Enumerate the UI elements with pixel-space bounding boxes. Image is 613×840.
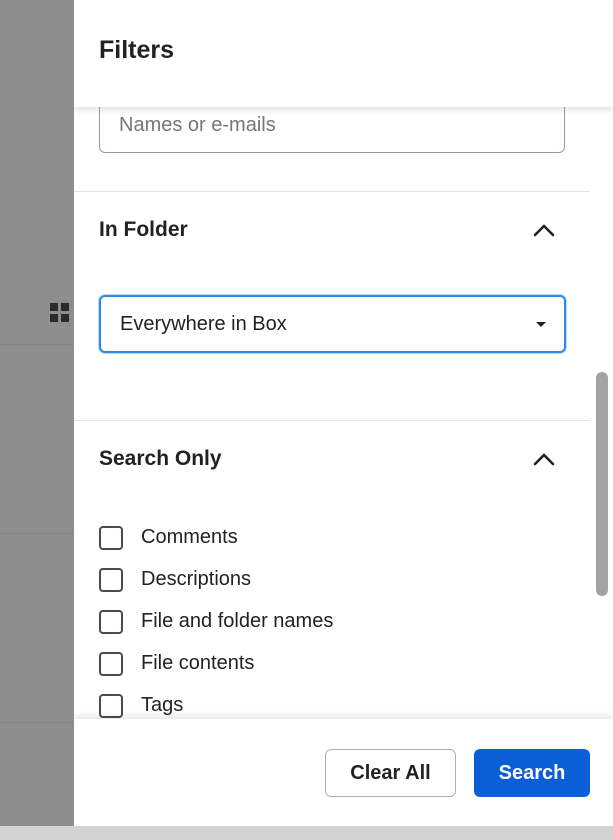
chevron-up-icon[interactable] (533, 452, 555, 466)
owner-input-placeholder: Names or e-mails (119, 114, 276, 136)
section-divider (74, 420, 590, 421)
search-button[interactable]: Search (474, 749, 590, 797)
in-folder-title: In Folder (99, 218, 188, 241)
panel-scrollbar[interactable] (596, 372, 608, 596)
grid-view-icon (50, 303, 69, 322)
background-divider (0, 344, 74, 345)
folder-select-value: Everywhere in Box (120, 313, 287, 335)
chevron-up-icon[interactable] (533, 223, 555, 237)
background-divider (0, 722, 74, 723)
folder-select[interactable]: Everywhere in Box (99, 295, 566, 353)
filters-header: Filters (74, 0, 613, 107)
checkbox-label: Descriptions (141, 568, 252, 590)
checkbox[interactable] (99, 652, 123, 676)
section-divider (74, 191, 590, 192)
checkbox-label: File contents (141, 652, 255, 674)
checkbox[interactable] (99, 568, 123, 592)
checkbox-label: Tags (141, 694, 184, 716)
page-title: Filters (99, 36, 175, 64)
filters-footer: Clear All Search (74, 719, 613, 826)
checkbox[interactable] (99, 526, 123, 550)
checkbox-label: Comments (141, 526, 238, 548)
background-overlay (0, 0, 74, 826)
caret-down-icon (536, 322, 546, 327)
filters-panel: Names or e-mails In Folder Everywhere in… (74, 0, 613, 826)
background-divider (0, 533, 74, 534)
checkbox-label: File and folder names (141, 610, 334, 632)
clear-all-button[interactable]: Clear All (325, 749, 456, 797)
search-only-title: Search Only (99, 447, 222, 470)
background-bottom-bar (0, 826, 613, 840)
checkbox[interactable] (99, 694, 123, 718)
filters-body: Names or e-mails In Folder Everywhere in… (74, 0, 613, 826)
checkbox[interactable] (99, 610, 123, 634)
